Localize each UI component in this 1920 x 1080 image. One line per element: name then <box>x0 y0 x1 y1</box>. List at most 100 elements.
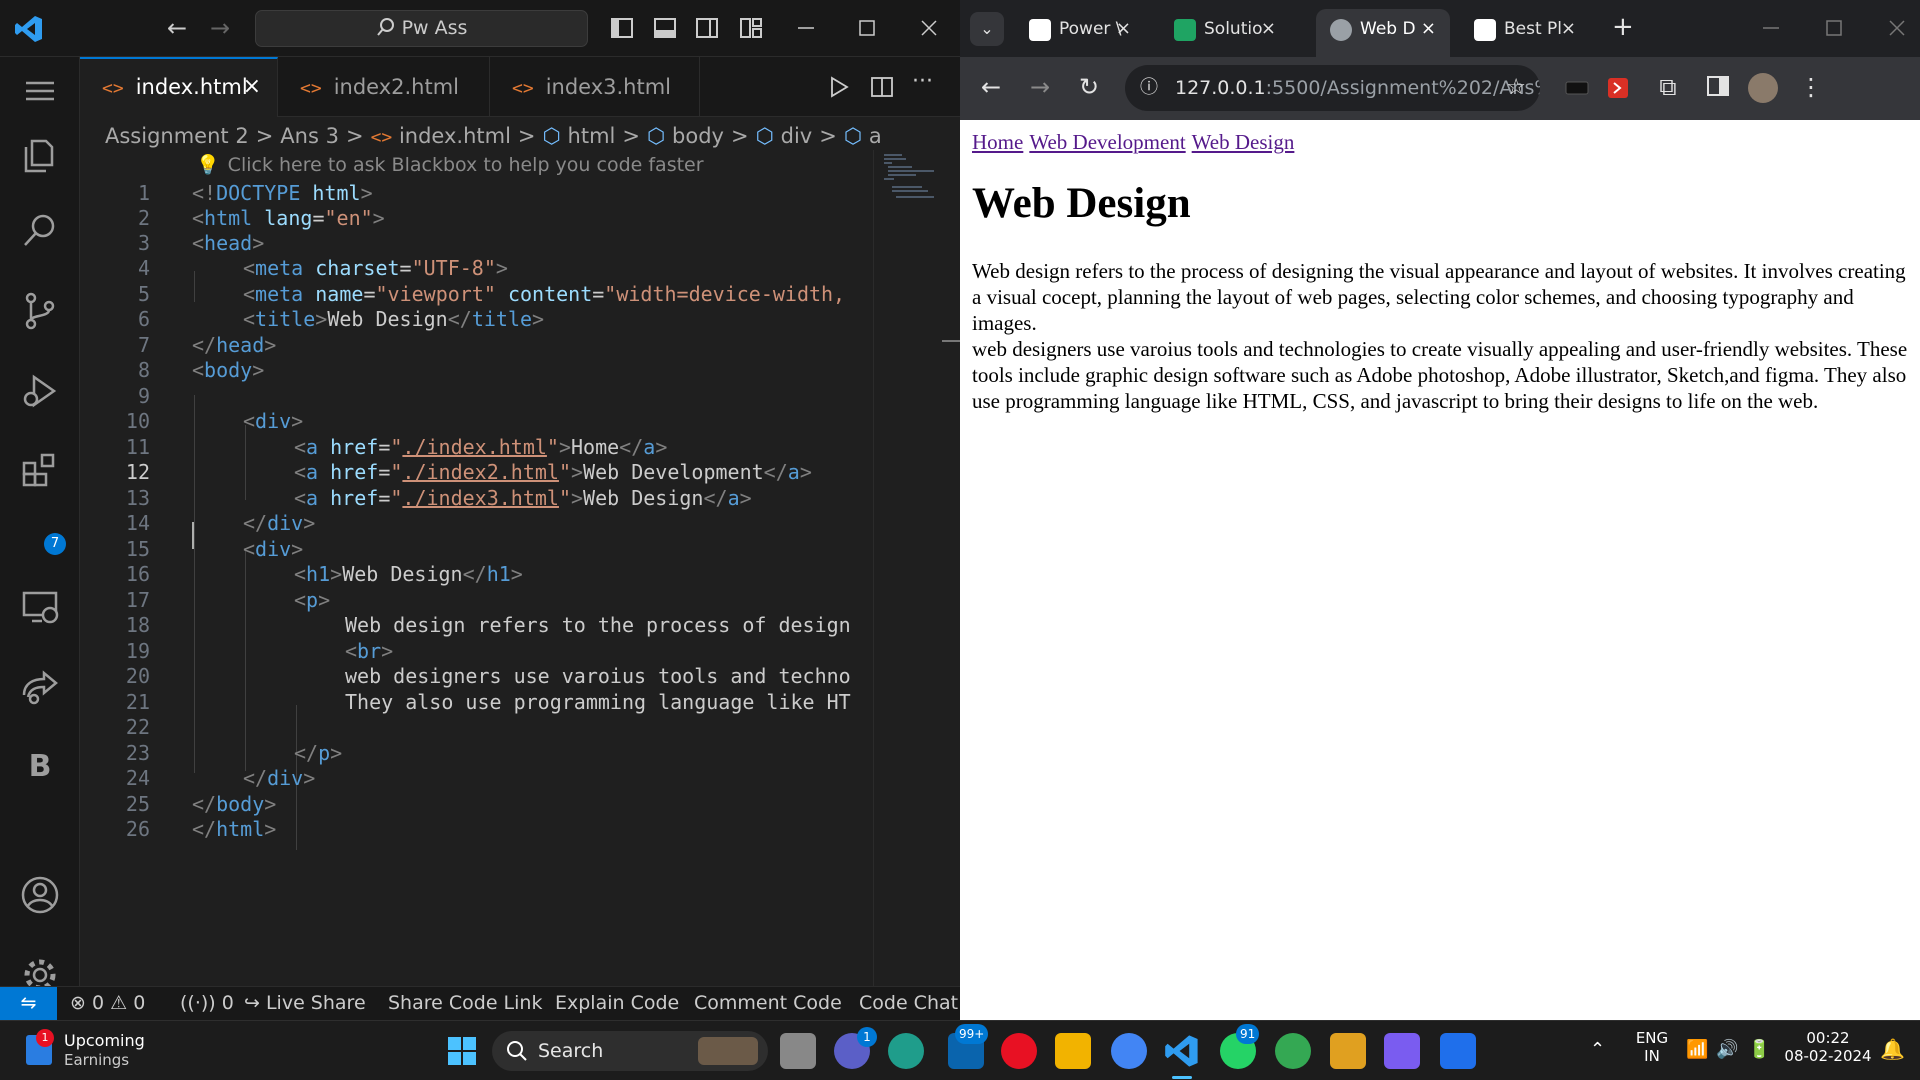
live-share-icon[interactable] <box>18 665 62 709</box>
browser-tab[interactable]: Solutio × <box>1160 9 1290 57</box>
nav-link-web-development[interactable]: Web Development <box>1029 130 1185 154</box>
clock[interactable]: 00:22 08-02-2024 <box>1780 1029 1876 1065</box>
remote-indicator-icon[interactable]: ⇋ <box>0 987 57 1020</box>
explain-code-button[interactable]: Explain Code <box>555 987 679 1020</box>
back-arrow-icon[interactable]: ← <box>163 16 191 42</box>
tab-close-icon[interactable]: × <box>1421 9 1436 49</box>
extension-media-icon[interactable] <box>1563 75 1591 103</box>
run-icon[interactable] <box>827 75 851 99</box>
tab-search-chevron-icon[interactable]: ⌄ <box>970 12 1004 46</box>
remote-app-icon[interactable] <box>1440 1033 1476 1069</box>
browser-tab-active[interactable]: Web D × <box>1316 9 1450 57</box>
close-icon[interactable] <box>917 16 941 40</box>
explorer-icon[interactable] <box>18 133 62 177</box>
show-hidden-icons-chevron-icon[interactable]: ⌃ <box>1590 1039 1605 1060</box>
share-code-link-button[interactable]: Share Code Link <box>388 987 542 1020</box>
widgets-button[interactable]: 1 Upcoming Earnings <box>22 1029 152 1073</box>
forward-arrow-icon[interactable]: → <box>206 16 234 42</box>
code-editor[interactable]: 1 2 3 4 5 6 7 8 9 10 11 12 13 14 15 16 1… <box>80 178 873 986</box>
ports-indicator[interactable]: ((·)) 0 <box>180 987 234 1020</box>
breadcrumb-item[interactable]: html <box>568 124 616 148</box>
source-control-icon[interactable] <box>18 289 62 333</box>
extensions-icon[interactable] <box>18 449 62 493</box>
customize-layout-icon[interactable] <box>739 16 763 40</box>
run-debug-icon[interactable] <box>18 369 62 413</box>
new-tab-button[interactable]: + <box>1612 12 1634 42</box>
battery-icon[interactable]: 🔋 <box>1748 1039 1770 1060</box>
search-sidebar-icon[interactable] <box>18 209 62 253</box>
media-app-icon[interactable] <box>1384 1033 1420 1069</box>
tab-close-icon[interactable]: × <box>1561 9 1576 49</box>
accounts-icon[interactable] <box>18 873 62 917</box>
breadcrumb-item[interactable]: Assignment 2 <box>105 124 249 148</box>
toggle-panel-icon[interactable] <box>653 16 677 40</box>
browser-menu-icon[interactable]: ⋮ <box>1797 73 1825 101</box>
wifi-icon[interactable]: 📶 <box>1686 1039 1708 1060</box>
notifications-bell-icon[interactable]: 🔔 <box>1880 1037 1905 1061</box>
profile-avatar[interactable] <box>1748 73 1778 103</box>
file-explorer-icon[interactable] <box>1055 1033 1091 1069</box>
maximize-icon[interactable] <box>1822 16 1846 40</box>
more-actions-icon[interactable]: ··· <box>912 69 933 94</box>
problems-indicator[interactable]: ⊗ 0 ⚠ 0 <box>70 987 145 1020</box>
back-arrow-icon[interactable]: ← <box>977 73 1005 101</box>
site-info-icon[interactable]: ⓘ <box>1140 65 1158 111</box>
code-chat-button[interactable]: Code Chat <box>859 987 958 1020</box>
blackbox-icon[interactable]: B <box>18 745 62 789</box>
chrome-profile-icon[interactable] <box>1275 1033 1311 1069</box>
bookmark-star-icon[interactable]: ☆ <box>1506 65 1526 111</box>
blackbox-hint[interactable]: 💡 Click here to ask Blackbox to help you … <box>196 153 704 176</box>
tab-index-html[interactable]: <> index.html × <box>80 57 278 117</box>
maximize-icon[interactable] <box>855 16 879 40</box>
indent-guide <box>245 551 246 771</box>
breadcrumb-item[interactable]: index.html <box>399 124 511 148</box>
command-center-search[interactable]: Pw Ass <box>255 10 588 47</box>
comment-code-button[interactable]: Comment Code <box>694 987 842 1020</box>
breadcrumb-item[interactable]: body <box>672 124 724 148</box>
toggle-primary-sidebar-icon[interactable] <box>610 16 634 40</box>
start-windows-icon[interactable] <box>444 1033 480 1069</box>
browser-tab[interactable]: Power \ × <box>1015 9 1145 57</box>
chrome-icon[interactable] <box>1111 1033 1147 1069</box>
close-icon[interactable] <box>1885 16 1909 40</box>
tab-close-icon[interactable]: × <box>1116 9 1131 49</box>
minimap[interactable] <box>882 152 936 212</box>
editor-scrollbar[interactable] <box>873 150 960 986</box>
whatsapp-badge: 91 <box>1236 1024 1260 1044</box>
nav-link-home[interactable]: Home <box>972 130 1023 154</box>
tab-close-icon[interactable]: × <box>1261 9 1276 49</box>
live-share-button[interactable]: ↪ Live Share <box>244 987 366 1020</box>
remote-explorer-icon[interactable] <box>18 585 62 629</box>
breadcrumb-separator: > <box>255 124 274 148</box>
menu-icon[interactable] <box>18 69 62 113</box>
code-line: <p> <box>294 588 331 612</box>
browser-tab[interactable]: Best Pl × <box>1460 9 1590 57</box>
extension-red-icon[interactable] <box>1604 75 1632 103</box>
breadcrumb-separator: > <box>730 124 749 148</box>
minimize-icon[interactable] <box>794 16 818 40</box>
vscode-taskbar-icon[interactable] <box>1164 1033 1200 1069</box>
opera-icon[interactable] <box>1001 1033 1037 1069</box>
line-number: 20 <box>125 664 150 688</box>
git-tool-icon[interactable] <box>1330 1033 1366 1069</box>
tab-close-icon[interactable]: × <box>243 59 261 115</box>
task-view-icon[interactable] <box>780 1033 816 1069</box>
taskbar-search[interactable]: Search <box>492 1031 768 1071</box>
split-editor-icon[interactable] <box>870 75 894 99</box>
nav-link-web-design[interactable]: Web Design <box>1192 130 1295 154</box>
edge-icon[interactable] <box>888 1033 924 1069</box>
address-bar[interactable]: ⓘ 127.0.0.1:5500/Assignment%202/Ans%... … <box>1125 65 1540 111</box>
breadcrumb-item[interactable]: Ans 3 <box>280 124 339 148</box>
side-panel-icon[interactable] <box>1704 73 1732 101</box>
breadcrumb-item[interactable]: a <box>869 124 882 148</box>
language-indicator[interactable]: ENG IN <box>1630 1029 1674 1065</box>
forward-arrow-icon[interactable]: → <box>1026 73 1054 101</box>
reload-icon[interactable]: ↻ <box>1075 73 1103 101</box>
toggle-secondary-sidebar-icon[interactable] <box>695 16 719 40</box>
tab-index3-html[interactable]: <> index3.html <box>490 57 700 117</box>
volume-icon[interactable]: 🔊 <box>1716 1039 1738 1060</box>
tab-index2-html[interactable]: <> index2.html <box>278 57 490 117</box>
breadcrumb-item[interactable]: div <box>781 124 813 148</box>
extensions-puzzle-icon[interactable]: ⧉ <box>1654 73 1682 101</box>
minimize-icon[interactable] <box>1759 16 1783 40</box>
